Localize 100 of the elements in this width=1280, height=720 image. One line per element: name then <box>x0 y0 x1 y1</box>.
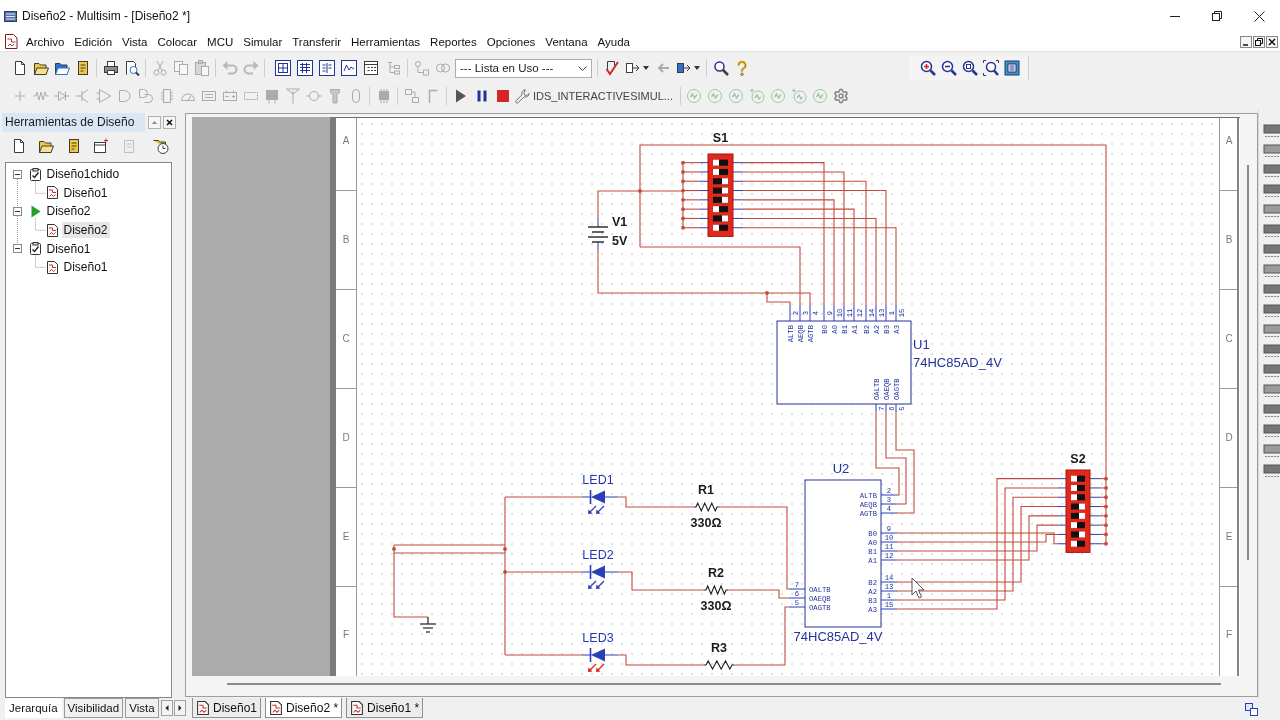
menu-item[interactable]: Ventana <box>540 32 593 51</box>
instrument-icon[interactable] <box>1263 244 1280 259</box>
tree-item[interactable]: Diseño2 <box>44 203 93 220</box>
print-preview-icon[interactable] <box>123 60 140 76</box>
instrument-icon[interactable] <box>1263 264 1280 279</box>
caret-down-icon[interactable] <box>694 66 700 70</box>
chevron-down-icon[interactable] <box>578 65 587 71</box>
collapse-icon[interactable] <box>12 244 22 254</box>
zone-label: C <box>342 332 350 344</box>
tree-item[interactable]: Diseño1 <box>44 240 93 257</box>
close-icon[interactable] <box>1253 10 1265 22</box>
folder-icon[interactable] <box>53 60 70 76</box>
interactive-simulation-button[interactable]: IDS_INTERACTIVESIMUL... <box>513 88 677 104</box>
component-list-dropdown[interactable]: --- Lista en Uso --- <box>455 58 592 78</box>
panel-tab[interactable]: Visibilidad <box>63 698 124 718</box>
zone-label: C <box>1225 332 1233 344</box>
panel-tab[interactable]: Vista <box>125 698 159 718</box>
sheet-icon <box>350 700 365 715</box>
menu-item[interactable]: Ayuda <box>592 32 635 51</box>
instrument-icon[interactable] <box>1263 384 1280 399</box>
instrument-icon[interactable] <box>1263 204 1280 219</box>
full-screen-icon[interactable] <box>1003 60 1020 76</box>
sheet-icon <box>269 700 284 715</box>
sheet-icon <box>45 223 59 237</box>
printer-icon[interactable] <box>102 60 119 76</box>
table-icon[interactable] <box>297 60 313 76</box>
split-panel-icon[interactable] <box>319 60 335 76</box>
instrument-icon[interactable] <box>1263 364 1280 379</box>
open-folder-icon[interactable] <box>38 138 54 154</box>
tree-item[interactable]: Diseño1 <box>61 259 110 276</box>
zone-label: E <box>1225 530 1233 542</box>
instrument-icon[interactable] <box>1263 304 1280 319</box>
instrument-icon[interactable] <box>1263 144 1280 159</box>
collapse-icon[interactable] <box>12 169 22 179</box>
zone-label: D <box>1225 431 1233 443</box>
menu-item[interactable]: Herramientas <box>346 32 426 51</box>
tree-item[interactable]: Diseño1chido <box>44 166 122 183</box>
minimize-icon[interactable] <box>1240 35 1252 48</box>
menu-item[interactable]: Vista <box>117 32 153 51</box>
export-icon[interactable] <box>624 60 641 76</box>
app-icon <box>4 9 17 23</box>
instrument-icon[interactable] <box>1263 184 1280 199</box>
graph-icon[interactable] <box>341 60 357 76</box>
instrument-icon[interactable] <box>1263 464 1280 479</box>
close-icon[interactable] <box>163 116 176 129</box>
instrument-icon[interactable] <box>1263 404 1280 419</box>
instrument-icon[interactable] <box>1263 224 1280 239</box>
zoom-out-icon[interactable] <box>940 60 957 76</box>
document-tab[interactable]: Diseño1 * <box>346 698 424 718</box>
instrument-icon[interactable] <box>1263 324 1280 339</box>
sheet-icon <box>196 700 210 715</box>
close-icon[interactable] <box>1266 35 1278 48</box>
tree-connector-line <box>16 215 46 244</box>
check-mark-icon[interactable] <box>603 60 620 76</box>
component-label: S1 <box>712 131 729 145</box>
menu-item[interactable]: MCU <box>202 32 239 51</box>
tree-item[interactable]: Diseño1 <box>61 184 110 201</box>
instrument-icon[interactable] <box>1263 124 1280 139</box>
zoom-area-icon[interactable] <box>961 60 978 76</box>
caret-down-icon[interactable] <box>643 66 649 70</box>
sheet-icon[interactable] <box>4 34 18 49</box>
menu-item[interactable]: Colocar <box>152 32 203 51</box>
collapse-icon[interactable] <box>12 207 22 216</box>
forward-icon[interactable] <box>675 60 692 76</box>
zone-label: F <box>342 628 350 640</box>
linked-squares-icon[interactable] <box>1245 703 1258 716</box>
tree-item[interactable]: Diseño2 <box>61 222 110 239</box>
panel-tab[interactable]: Jerarquía <box>5 698 62 718</box>
menu-item[interactable]: Opciones <box>481 32 541 51</box>
minimize-icon[interactable] <box>1170 15 1180 17</box>
stop-icon[interactable] <box>494 88 511 104</box>
restore-icon[interactable] <box>1212 11 1222 21</box>
new-window-icon[interactable] <box>93 138 109 154</box>
instrument-icon[interactable] <box>1263 424 1280 439</box>
instrument-icon[interactable] <box>1263 344 1280 359</box>
zone-label: E <box>342 530 350 542</box>
clock-folder-icon[interactable] <box>153 138 169 154</box>
menu-item[interactable]: Edición <box>69 32 118 51</box>
caret-left-icon[interactable] <box>160 700 173 716</box>
spreadsheet-icon[interactable] <box>363 60 379 76</box>
menu-item[interactable]: Archivo <box>21 32 70 51</box>
document-tab[interactable]: Diseño1 <box>192 698 262 718</box>
zone-label: A <box>1225 134 1233 146</box>
instrument-icon[interactable] <box>1263 164 1280 179</box>
search-icon[interactable] <box>712 60 729 76</box>
sheet-icon <box>45 186 59 200</box>
menu-item[interactable]: Simular <box>238 32 288 51</box>
restore-icon[interactable] <box>1253 35 1265 48</box>
open-folder-icon[interactable] <box>32 60 49 76</box>
zone-label: F <box>1225 628 1233 640</box>
zoom-in-icon[interactable] <box>919 60 936 76</box>
instrument-icon[interactable] <box>1263 444 1280 459</box>
zoom-fit-icon[interactable] <box>982 60 999 76</box>
document-tab[interactable]: Diseño2 * <box>265 698 343 718</box>
zone-label: D <box>342 431 350 443</box>
menu-item[interactable]: Reportes <box>425 32 482 51</box>
menu-item[interactable]: Transferir <box>287 32 347 51</box>
instrument-icon[interactable] <box>1263 284 1280 299</box>
caret-right-icon[interactable] <box>173 700 186 716</box>
grid-view-icon[interactable] <box>275 60 291 76</box>
